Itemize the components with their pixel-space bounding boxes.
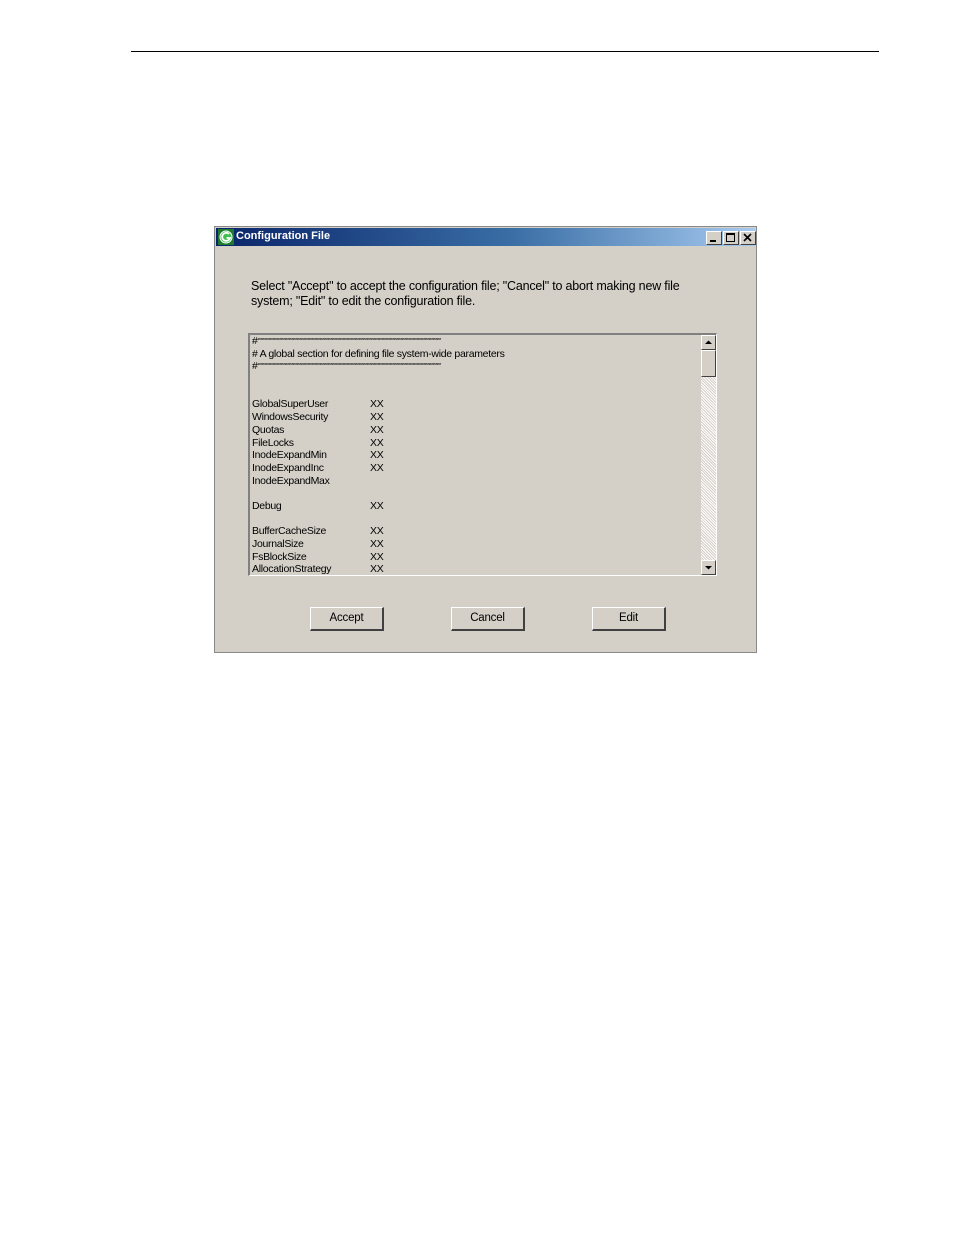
config-value: XX <box>370 563 384 576</box>
accept-button[interactable]: Accept <box>310 607 384 631</box>
config-group-3: BufferCacheSize XX JournalSize XX FsBloc… <box>252 525 700 576</box>
config-row: Debug XX <box>252 500 700 513</box>
config-row: GlobalSuperUser XX <box>252 398 700 411</box>
instruction-message: Select "Accept" to accept the configurat… <box>251 279 731 309</box>
config-file-textarea[interactable]: #***************************************… <box>248 333 717 576</box>
configuration-file-dialog: Configuration File Select "Accept" to ac… <box>214 226 757 653</box>
config-value: XX <box>370 499 384 512</box>
config-row: Quotas XX <box>252 424 700 437</box>
cancel-button[interactable]: Cancel <box>451 607 525 631</box>
instruction-line-2: system; "Edit" to edit the configuration… <box>251 294 476 308</box>
config-row: InodeExpandInc XX <box>252 462 700 475</box>
hash-divider-line: #***************************************… <box>252 335 700 348</box>
page: Configuration File Select "Accept" to ac… <box>0 0 954 1235</box>
config-key: BufferCacheSize <box>252 525 327 538</box>
config-row: WindowsSecurity XX <box>252 411 700 424</box>
config-key: Quotas <box>252 423 285 436</box>
config-group-2: Debug XX <box>252 500 700 513</box>
config-value: XX <box>370 398 384 411</box>
config-key: InodeExpandMin <box>252 449 327 462</box>
config-row: InodeExpandMax <box>252 475 700 488</box>
config-value: XX <box>370 411 384 424</box>
config-value: XX <box>370 449 384 462</box>
minimize-icon <box>710 240 716 242</box>
star-divider: ****************************************… <box>257 363 442 370</box>
config-value: XX <box>370 461 384 474</box>
config-key: FileLocks <box>252 436 294 449</box>
config-key: GlobalSuperUser <box>252 398 329 411</box>
config-key: WindowsSecurity <box>252 411 329 424</box>
comment-line: # A global section for defining file sys… <box>252 348 700 361</box>
arrow-down-icon <box>705 566 712 570</box>
comment-text: # A global section for defining file sys… <box>252 347 505 360</box>
config-key: InodeExpandInc <box>252 461 324 474</box>
config-group-1: GlobalSuperUser XX WindowsSecurity XX Qu… <box>252 398 700 487</box>
page-header-rule <box>131 51 879 52</box>
config-row: AllocationStrategy XX <box>252 563 700 576</box>
vertical-scrollbar[interactable] <box>701 335 716 575</box>
arrow-up-icon <box>705 340 712 344</box>
window-title: Configuration File <box>236 230 331 242</box>
config-value: XX <box>370 550 384 563</box>
instruction-line-1: Select "Accept" to accept the configurat… <box>251 279 680 293</box>
config-file-content: #***************************************… <box>252 335 700 576</box>
config-row: FsBlockSize XX <box>252 551 700 564</box>
config-value: XX <box>370 525 384 538</box>
maximize-button[interactable] <box>723 231 739 245</box>
edit-button[interactable]: Edit <box>592 607 666 631</box>
config-row: InodeExpandMin XX <box>252 449 700 462</box>
config-value: XX <box>370 436 384 449</box>
scroll-down-button[interactable] <box>701 560 716 575</box>
close-button[interactable] <box>740 231 756 245</box>
maximize-icon <box>726 233 735 242</box>
config-key: JournalSize <box>252 538 304 550</box>
config-row: BufferCacheSize XX <box>252 525 700 538</box>
hash-divider-line: #***************************************… <box>252 360 700 373</box>
config-key: FsBlockSize <box>252 550 307 563</box>
minimize-button[interactable] <box>706 231 722 245</box>
config-value: XX <box>370 423 384 436</box>
config-key: Debug <box>252 499 282 512</box>
config-value: XX <box>370 538 384 550</box>
config-row: FileLocks XX <box>252 437 700 450</box>
scroll-up-button[interactable] <box>701 335 716 350</box>
app-logo-icon <box>218 229 234 245</box>
close-icon <box>743 233 752 242</box>
scrollbar-thumb[interactable] <box>701 350 716 377</box>
config-row: JournalSize XX <box>252 538 700 551</box>
title-bar[interactable]: Configuration File <box>216 228 756 246</box>
config-key: AllocationStrategy <box>252 563 332 576</box>
star-divider: ****************************************… <box>257 338 442 344</box>
config-key: InodeExpandMax <box>252 474 330 487</box>
